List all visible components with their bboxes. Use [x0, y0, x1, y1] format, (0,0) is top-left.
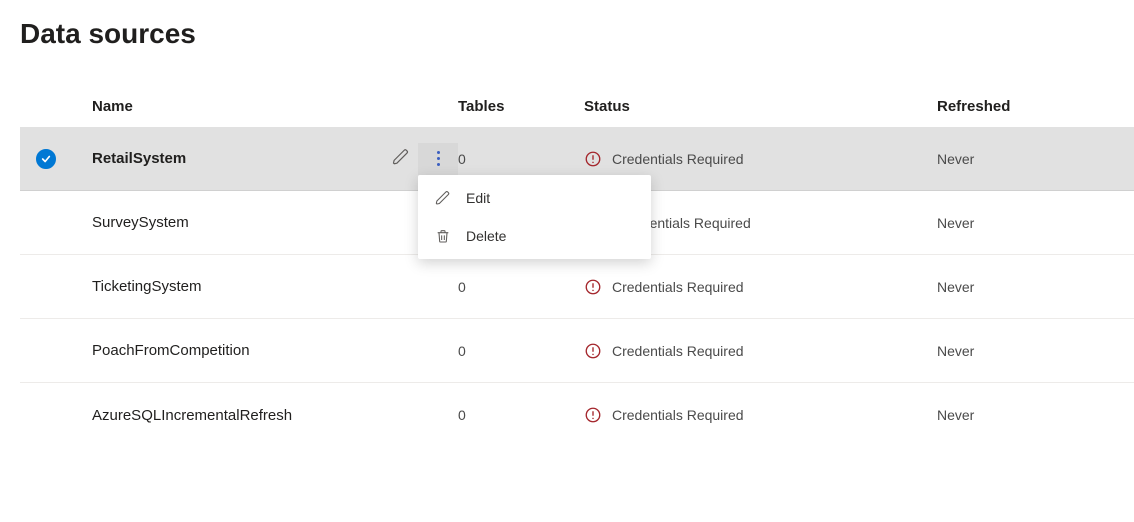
- row-refreshed: Never: [937, 151, 974, 167]
- warning-icon: [584, 342, 602, 360]
- warning-icon: [584, 406, 602, 424]
- context-menu-delete[interactable]: Delete: [418, 217, 651, 255]
- column-header-refreshed[interactable]: Refreshed: [937, 98, 1134, 115]
- row-tables: 0: [458, 343, 466, 359]
- pencil-icon: [434, 189, 452, 207]
- table-header-row: Name Tables Status Refreshed: [20, 88, 1134, 127]
- row-tables: 0: [458, 279, 466, 295]
- row-status: Credentials Required: [612, 407, 744, 423]
- row-context-menu: Edit Delete: [418, 175, 651, 259]
- row-refreshed: Never: [937, 279, 974, 295]
- row-status: edentials Required: [634, 215, 751, 231]
- row-name: TicketingSystem: [92, 278, 201, 295]
- row-refreshed: Never: [937, 215, 974, 231]
- table-row[interactable]: RetailSystem Edit: [20, 127, 1134, 191]
- pencil-icon: [392, 148, 410, 169]
- row-refreshed: Never: [937, 407, 974, 423]
- row-name: RetailSystem: [92, 150, 186, 167]
- column-header-status[interactable]: Status: [584, 98, 937, 115]
- page-title: Data sources: [20, 18, 1134, 50]
- vertical-dots-icon: [437, 151, 440, 166]
- row-selected-check-icon[interactable]: [36, 149, 56, 169]
- data-sources-table: Name Tables Status Refreshed RetailSyste…: [20, 88, 1134, 447]
- row-status: Credentials Required: [612, 279, 744, 295]
- row-name: AzureSQLIncrementalRefresh: [92, 407, 292, 424]
- context-menu-edit[interactable]: Edit: [418, 179, 651, 217]
- trash-icon: [434, 227, 452, 245]
- row-tables: 0: [458, 151, 466, 167]
- column-header-name[interactable]: Name: [92, 98, 384, 115]
- column-header-tables[interactable]: Tables: [458, 98, 584, 115]
- row-status: Credentials Required: [612, 343, 744, 359]
- row-name: PoachFromCompetition: [92, 342, 250, 359]
- row-name: SurveySystem: [92, 214, 189, 231]
- row-tables: 0: [458, 407, 466, 423]
- table-row[interactable]: PoachFromCompetition 0 Credentials Requi…: [20, 319, 1134, 383]
- warning-icon: [584, 150, 602, 168]
- table-row[interactable]: TicketingSystem 0 Credentials Required N…: [20, 255, 1134, 319]
- more-actions-button[interactable]: [422, 143, 454, 175]
- edit-row-button[interactable]: [385, 143, 417, 175]
- context-menu-delete-label: Delete: [466, 228, 506, 244]
- table-row[interactable]: AzureSQLIncrementalRefresh 0 Credentials…: [20, 383, 1134, 447]
- row-refreshed: Never: [937, 343, 974, 359]
- context-menu-edit-label: Edit: [466, 190, 490, 206]
- row-status: Credentials Required: [612, 151, 744, 167]
- warning-icon: [584, 278, 602, 296]
